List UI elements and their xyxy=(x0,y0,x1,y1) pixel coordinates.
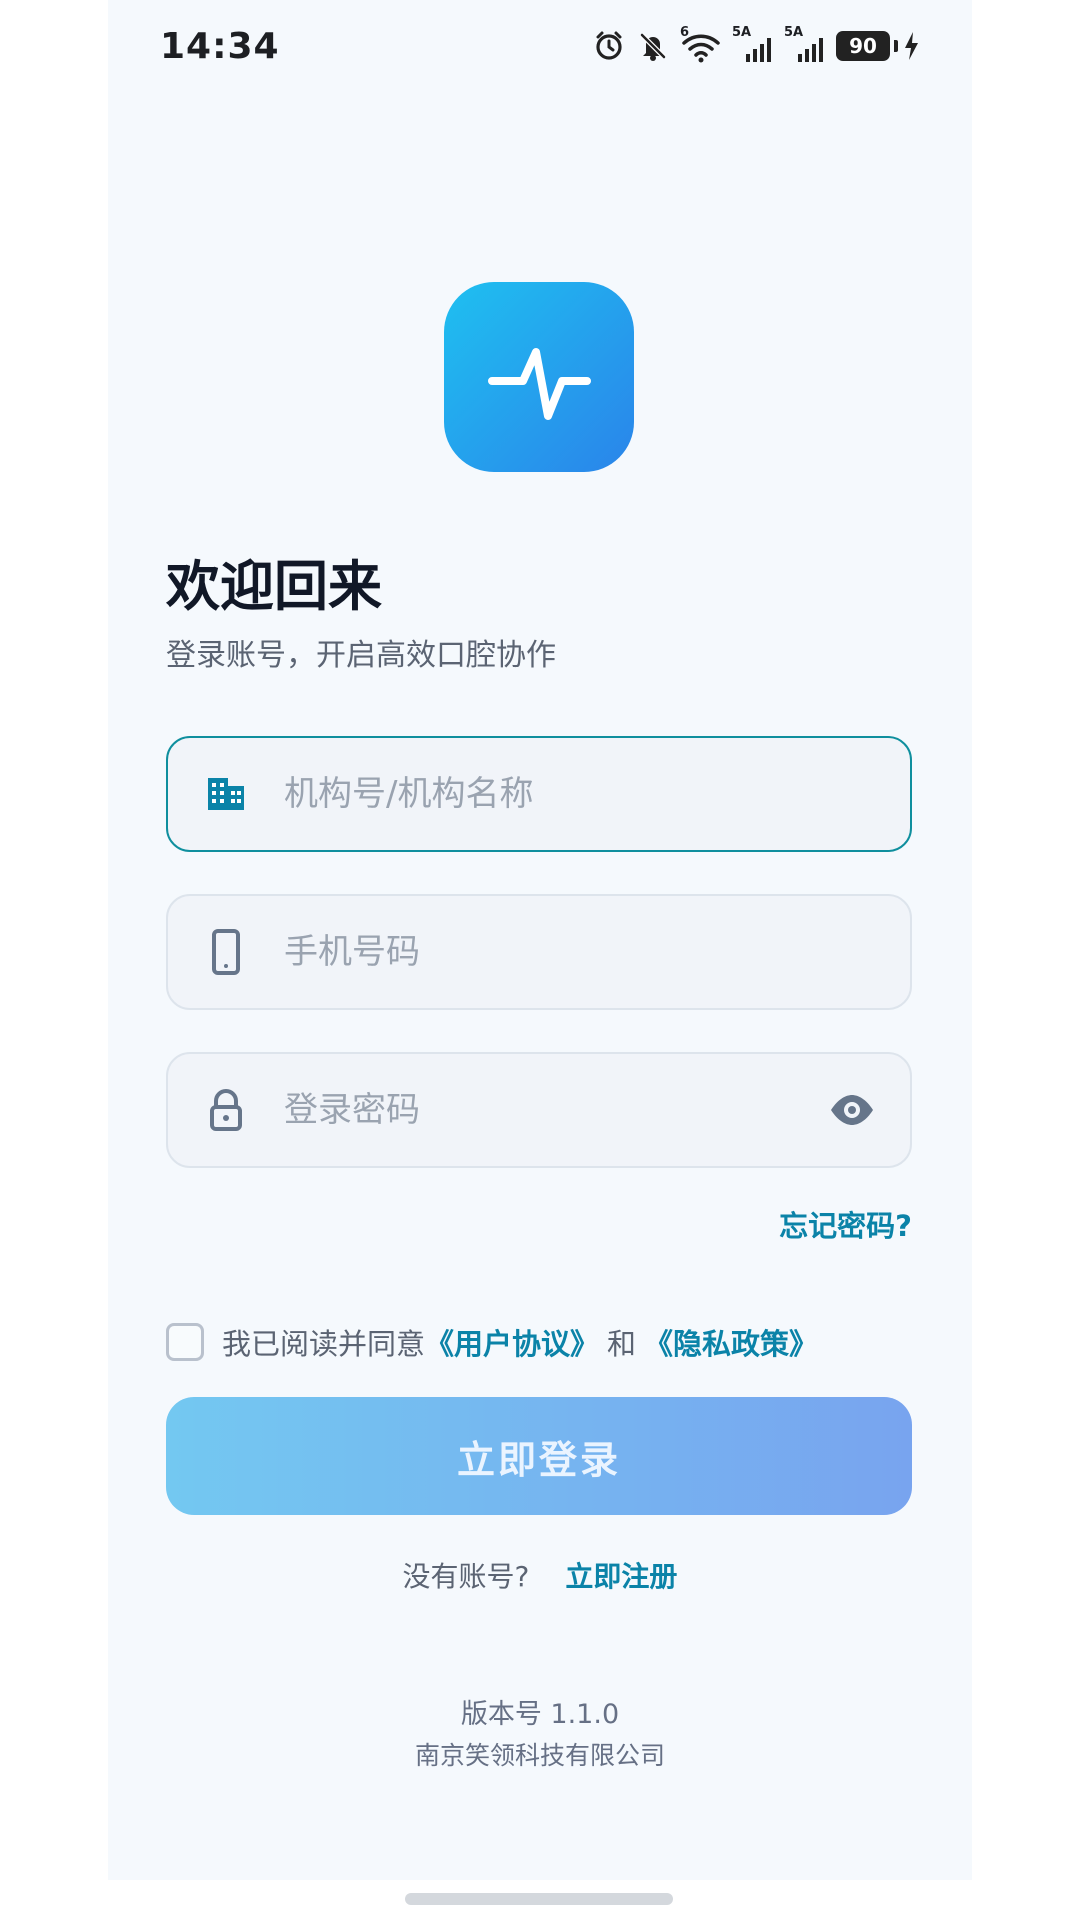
agreement-and: 和 xyxy=(607,1327,637,1361)
privacy-policy-link[interactable]: 《隐私政策》 xyxy=(644,1321,818,1363)
home-indicator[interactable] xyxy=(405,1893,673,1905)
charging-bolt-icon xyxy=(905,32,918,60)
eye-icon xyxy=(831,1095,873,1125)
app-logo xyxy=(444,282,634,472)
welcome-title: 欢迎回来 xyxy=(166,555,382,618)
wifi-indicator: 6 xyxy=(680,25,722,63)
building-icon xyxy=(168,774,284,814)
right-margin xyxy=(972,0,1080,1920)
cell-signal-2: 5A xyxy=(784,25,826,62)
status-bar: 14:34 6 5A 5A 90 xyxy=(160,24,920,68)
register-link[interactable]: 立即注册 xyxy=(565,1555,677,1595)
pulse-line-icon xyxy=(488,348,591,420)
institution-field[interactable] xyxy=(166,736,912,852)
signal-bars-icon xyxy=(746,38,771,62)
battery-level: 90 xyxy=(836,31,890,61)
version-text: 版本号 1.1.0 xyxy=(460,1699,620,1730)
welcome-subtitle: 登录账号，开启高效口腔协作 xyxy=(166,638,556,673)
status-time: 14:34 xyxy=(160,25,280,67)
forgot-password-link[interactable]: 忘记密码? xyxy=(779,1203,912,1245)
phone-field[interactable] xyxy=(166,894,912,1010)
password-input[interactable] xyxy=(284,1090,804,1130)
no-account-text: 没有账号? xyxy=(402,1560,530,1593)
cell-signal-1: 5A xyxy=(732,25,774,62)
status-icons: 6 5A 5A 90 xyxy=(592,25,920,64)
lock-icon xyxy=(168,1088,284,1132)
company-name: 南京笑领科技有限公司 xyxy=(414,1741,665,1770)
signal-bars-icon xyxy=(798,38,823,62)
mobile-phone-icon xyxy=(168,929,284,975)
left-margin xyxy=(0,0,108,1920)
institution-input[interactable] xyxy=(284,774,804,814)
mute-bell-icon xyxy=(640,33,666,61)
phone-input[interactable] xyxy=(284,932,804,972)
alarm-icon xyxy=(596,31,622,60)
toggle-password-visibility-button[interactable] xyxy=(828,1086,876,1134)
login-button[interactable]: 立即登录 xyxy=(166,1397,912,1515)
register-row: 没有账号? 立即注册 xyxy=(0,1555,1080,1595)
agreement-prefix: 我已阅读并同意 xyxy=(222,1327,426,1361)
wifi-icon xyxy=(682,34,720,63)
battery-tip xyxy=(894,40,898,52)
agreement-row: 我已阅读并同意 《用户协议》 和 《隐私政策》 xyxy=(166,1321,818,1363)
battery-indicator: 90 xyxy=(836,31,920,61)
password-field[interactable] xyxy=(166,1052,912,1168)
agreement-checkbox[interactable] xyxy=(166,1323,204,1361)
user-agreement-link[interactable]: 《用户协议》 xyxy=(425,1321,599,1363)
